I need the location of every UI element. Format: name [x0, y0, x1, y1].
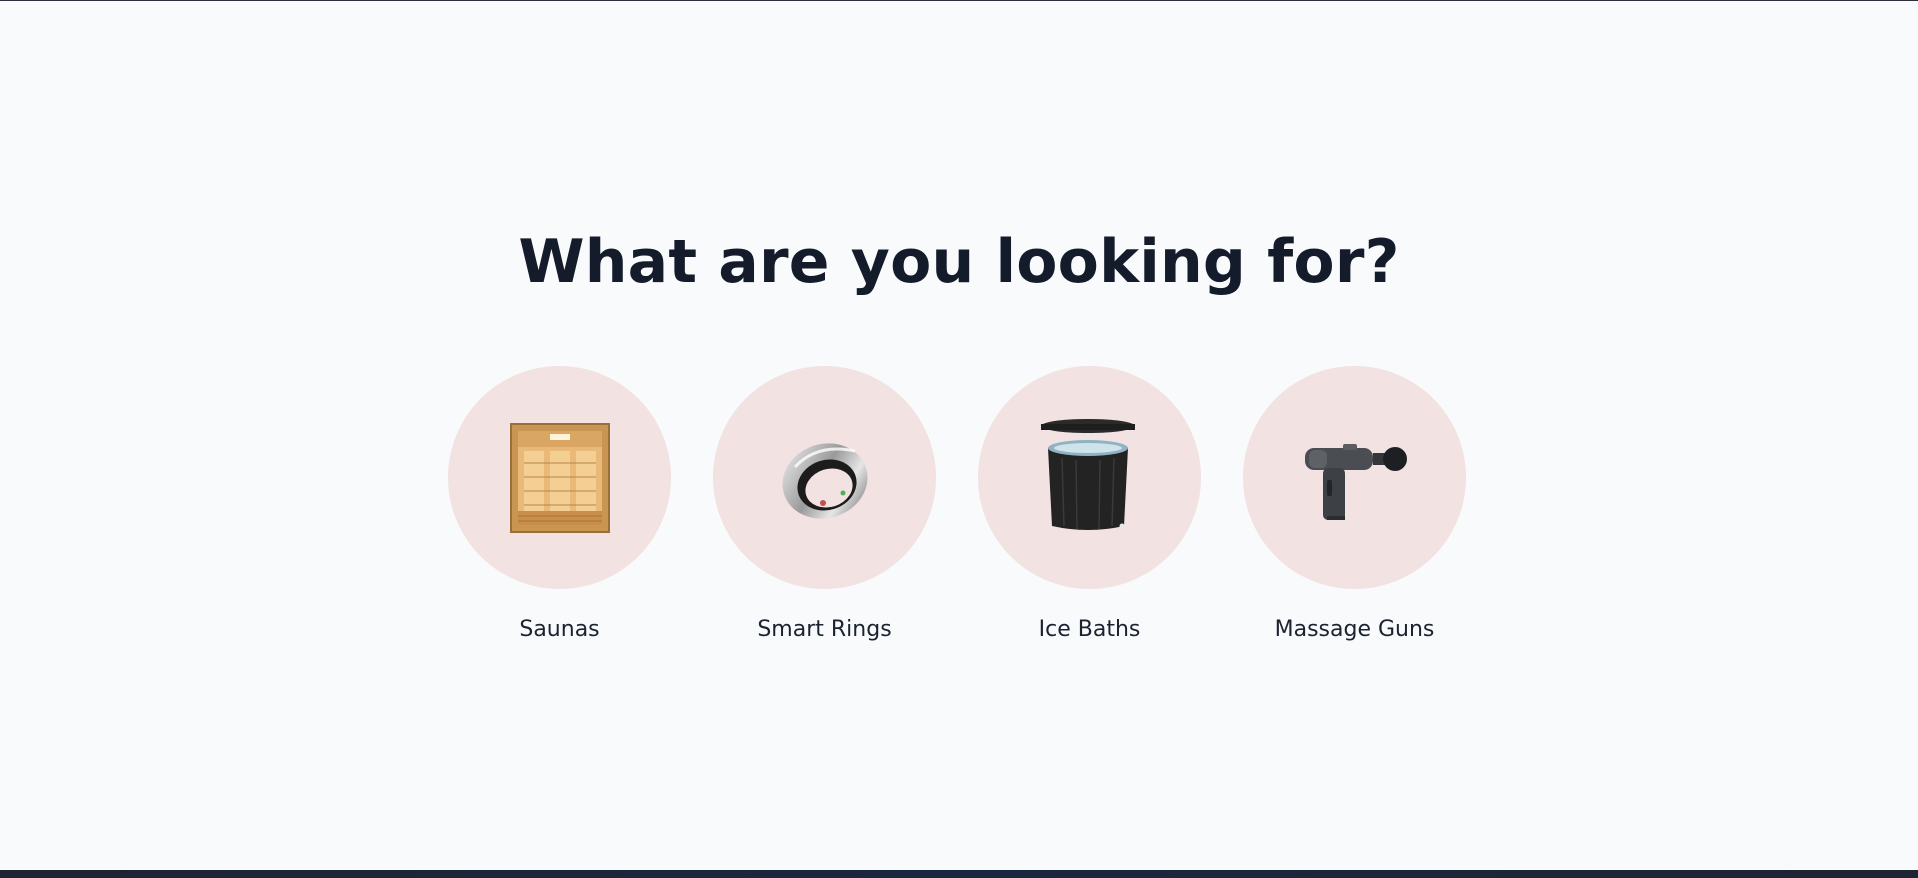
- top-divider: [0, 0, 1918, 1]
- category-saunas[interactable]: Saunas: [448, 366, 671, 646]
- ice-bath-icon: [1040, 418, 1135, 530]
- category-massage-guns[interactable]: Massage Guns: [1243, 366, 1466, 646]
- taskbar-strip: [0, 870, 1918, 878]
- category-image-circle[interactable]: [978, 366, 1201, 589]
- sauna-icon: [509, 422, 610, 533]
- category-image-circle[interactable]: [713, 366, 936, 589]
- category-image-circle[interactable]: [448, 366, 671, 589]
- category-label[interactable]: Massage Guns: [1275, 615, 1435, 645]
- category-ice-baths[interactable]: Ice Baths: [978, 366, 1201, 646]
- category-smart-rings[interactable]: Smart Rings: [713, 366, 936, 646]
- massage-gun-icon: [1304, 443, 1407, 520]
- section-heading: What are you looking for?: [518, 227, 1400, 297]
- category-label[interactable]: Ice Baths: [1039, 615, 1141, 645]
- smart-ring-icon: [782, 442, 867, 519]
- category-list: Saunas Smart Rings Ice Baths Massage Gun…: [448, 366, 1468, 646]
- category-image-circle[interactable]: [1243, 366, 1466, 589]
- category-label[interactable]: Saunas: [519, 615, 599, 645]
- category-label[interactable]: Smart Rings: [757, 615, 891, 645]
